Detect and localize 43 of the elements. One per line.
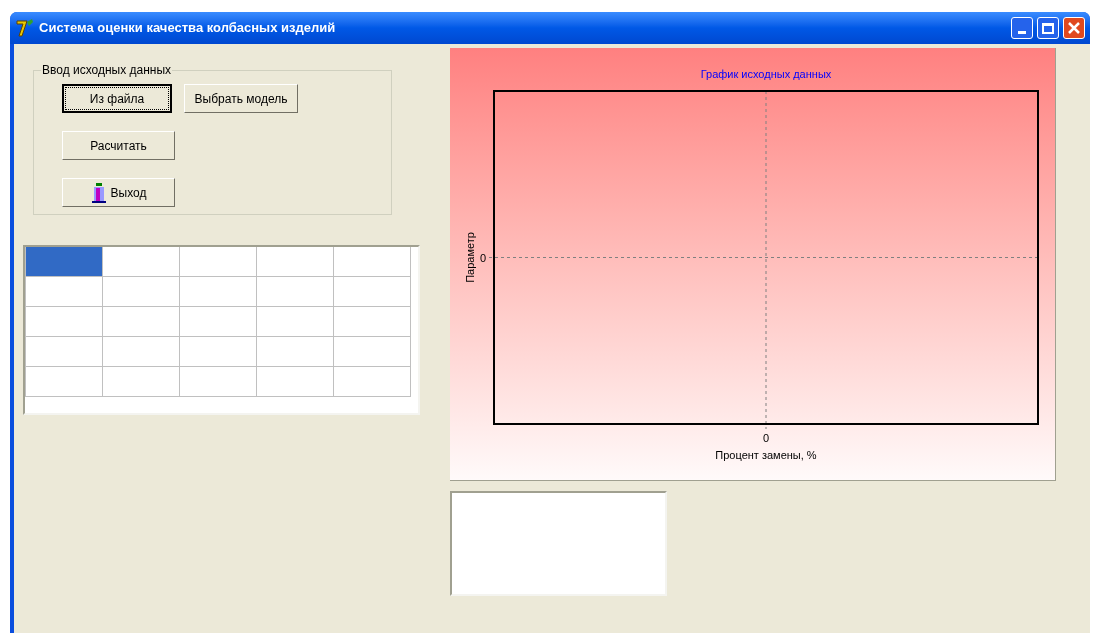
- grid-cell[interactable]: [102, 247, 179, 277]
- door-icon: [90, 182, 107, 203]
- x-tick-label: 0: [762, 432, 770, 444]
- grid-cell[interactable]: [333, 307, 410, 337]
- grid-cell[interactable]: [333, 247, 410, 277]
- grid-cell[interactable]: [333, 367, 410, 397]
- grid-cell[interactable]: [179, 277, 256, 307]
- grid-cell[interactable]: [179, 367, 256, 397]
- grid-cell[interactable]: [25, 307, 102, 337]
- grid-cell[interactable]: [256, 247, 333, 277]
- grid-cell[interactable]: [333, 337, 410, 367]
- grid-cell[interactable]: [179, 337, 256, 367]
- group-title: Ввод исходных данных: [41, 63, 173, 77]
- exit-button[interactable]: Выход: [62, 178, 175, 207]
- grid-cell[interactable]: [102, 277, 179, 307]
- x-axis-label: Процент замены, %: [715, 449, 817, 461]
- chart-title: График исходных данных: [700, 68, 832, 80]
- grid-cell[interactable]: [25, 337, 102, 367]
- grid-cell[interactable]: [256, 277, 333, 307]
- grid-cell[interactable]: [256, 337, 333, 367]
- grid-cell[interactable]: [179, 247, 256, 277]
- close-button[interactable]: [1063, 17, 1085, 39]
- grid-cell[interactable]: [25, 367, 102, 397]
- app-icon: [15, 18, 35, 38]
- action-button[interactable]: Выбрать модель: [184, 84, 298, 113]
- grid-cell[interactable]: [102, 307, 179, 337]
- grid-cell[interactable]: [333, 277, 410, 307]
- grid-cell[interactable]: [256, 307, 333, 337]
- minimize-button[interactable]: [1011, 17, 1033, 39]
- action-button[interactable]: Из файла: [62, 84, 172, 113]
- grid-cell[interactable]: [25, 247, 102, 277]
- grid-cell[interactable]: [102, 367, 179, 397]
- grid-cell[interactable]: [256, 367, 333, 397]
- y-tick-label: 0: [479, 251, 486, 264]
- close-icon: [1068, 22, 1080, 34]
- action-button[interactable]: Расчитать: [62, 131, 175, 160]
- memo-field[interactable]: [450, 491, 667, 596]
- grid-cell[interactable]: [179, 307, 256, 337]
- grid-cell[interactable]: [25, 277, 102, 307]
- grid-cell[interactable]: [102, 337, 179, 367]
- window-title: Система оценки качества колбасных изделий: [39, 19, 337, 38]
- maximize-button[interactable]: [1037, 17, 1059, 39]
- y-axis-label: Параметр: [464, 232, 476, 283]
